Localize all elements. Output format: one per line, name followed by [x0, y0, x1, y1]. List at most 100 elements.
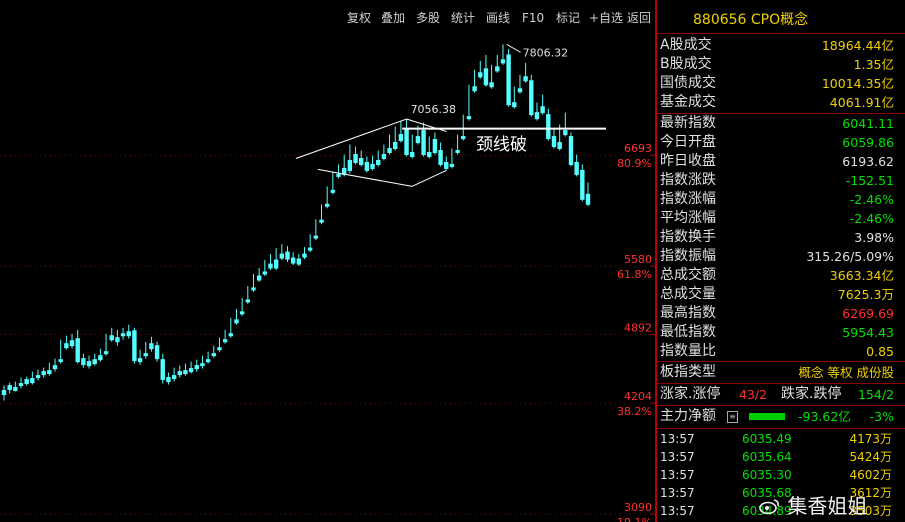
- candle-body: [86, 361, 92, 367]
- candle-body: [69, 340, 75, 347]
- candle-body: [47, 370, 52, 375]
- tick-price: 6035.64: [742, 450, 792, 464]
- stat-row: 指数振幅 315.26/5.09%: [657, 247, 900, 266]
- candle-body: [506, 54, 511, 106]
- candle-body: [370, 163, 375, 169]
- candle-body: [359, 157, 364, 165]
- candle-body: [245, 299, 251, 303]
- candle-body: [307, 247, 313, 251]
- draw-line-button[interactable]: 画线: [486, 9, 510, 27]
- high-label: 7806.32: [523, 46, 569, 59]
- candle-body: [529, 80, 534, 116]
- main-force-bar: [749, 413, 785, 420]
- stat-row: 总成交额 3663.34亿: [657, 266, 900, 285]
- rise-label: 涨家.涨停: [660, 386, 721, 402]
- divider: [657, 33, 905, 34]
- candle-body: [398, 134, 404, 142]
- candle-body: [489, 82, 494, 88]
- candle-body: [404, 128, 409, 155]
- stat-label: 昨日收盘: [660, 153, 716, 169]
- divider: [657, 383, 905, 384]
- y-tick-label: 5580: [624, 253, 652, 266]
- candle-body: [432, 139, 438, 153]
- overlay-button[interactable]: 叠加: [381, 9, 405, 27]
- candle-body: [551, 136, 557, 148]
- stat-value: 6059.86: [842, 135, 894, 150]
- candle-body: [580, 169, 585, 200]
- candle-body: [347, 159, 353, 171]
- stat-value: 4061.91亿: [829, 95, 894, 110]
- stat-value: -2.46%: [849, 192, 894, 207]
- tick-time: 13:57: [660, 468, 695, 482]
- candle-body: [313, 235, 319, 239]
- mark-button[interactable]: 标记: [556, 9, 580, 27]
- y-tick-label: 3090: [624, 501, 652, 514]
- candle-body: [81, 358, 86, 366]
- menu-icon[interactable]: ≡: [727, 411, 738, 423]
- candle-body: [115, 337, 120, 343]
- candle-body: [517, 88, 523, 93]
- stat-value: 3.98%: [854, 230, 894, 245]
- tick-row: 13:57 6035.64 5424万: [657, 448, 900, 466]
- y-tick-label: 6693: [624, 142, 652, 155]
- stat-row: 最新指数 6041.11: [657, 114, 900, 133]
- advance-decline-row: 涨家.涨停 43/2 跌家.跌停 154/2: [657, 385, 900, 404]
- candle-body: [256, 275, 262, 281]
- candle-body: [273, 259, 279, 269]
- candlestick-chart: 6693 80.9% 5580 61.8% 4892 4204 38.2% 3090 19.1%…: [0, 43, 655, 522]
- stat-value: 6193.62: [842, 154, 894, 169]
- divider: [657, 428, 905, 429]
- stat-row: 今日开盘 6059.86: [657, 133, 900, 152]
- chart-toolbar: 复权 叠加 多股 统计 画线 F10 标记 +自选 返回: [0, 8, 656, 28]
- candle-body: [444, 161, 449, 169]
- candle-body: [336, 173, 341, 177]
- stat-row: 昨日收盘 6193.62: [657, 152, 900, 171]
- candle-body: [251, 287, 256, 291]
- candle-body: [421, 130, 426, 155]
- stat-label: 基金成交: [660, 94, 716, 110]
- fuquan-button[interactable]: 复权: [347, 9, 371, 27]
- add-watchlist-button[interactable]: +自选: [589, 9, 623, 27]
- candle-body: [319, 219, 324, 223]
- candle-body: [177, 371, 182, 376]
- stat-row: 指数换手 3.98%: [657, 228, 900, 247]
- candle-body: [557, 142, 562, 150]
- tick-price: 6035.30: [742, 468, 792, 482]
- statistics-button[interactable]: 统计: [451, 9, 475, 27]
- candle-body: [438, 150, 443, 165]
- back-button[interactable]: 返回: [627, 9, 651, 27]
- stat-label: 指数涨跌: [660, 172, 716, 188]
- candle-body: [285, 251, 290, 260]
- candle-body: [183, 370, 188, 375]
- candle-body: [364, 161, 370, 171]
- candle-body: [302, 253, 307, 258]
- candle-body: [109, 335, 114, 341]
- stock-terminal: { "toolbar": { "buttons": ["复权", "叠加", "…: [0, 0, 905, 522]
- divider: [657, 361, 905, 362]
- candle-body: [415, 136, 421, 144]
- watermark-text: 集香姐姐: [787, 494, 868, 518]
- stat-row: 指数涨幅 -2.46%: [657, 190, 900, 209]
- stat-value: 10014.35亿: [821, 76, 894, 91]
- stat-label: 最低指数: [660, 324, 716, 340]
- tick-time: 13:57: [660, 450, 695, 464]
- multi-stock-button[interactable]: 多股: [416, 9, 440, 27]
- main-force-pct: -3%: [869, 409, 894, 424]
- candle-body: [478, 72, 483, 78]
- candle-body: [1, 390, 7, 396]
- candle-body: [160, 359, 165, 381]
- candle-body: [41, 371, 46, 376]
- y-tick-pct-label: 19.1%: [617, 516, 652, 522]
- stat-value: 18964.44亿: [821, 38, 894, 53]
- stat-row: 基金成交 4061.91亿: [657, 93, 900, 112]
- stat-label: 国债成交: [660, 75, 716, 91]
- stat-row: 总成交量 7625.3万: [657, 285, 900, 304]
- tick-volume: 4602万: [849, 468, 892, 482]
- tick-volume: 5424万: [849, 450, 892, 464]
- stat-label: 最新指数: [660, 115, 716, 131]
- stat-value: 3663.34亿: [829, 268, 894, 283]
- f10-button[interactable]: F10: [522, 9, 544, 27]
- candle-body: [585, 193, 591, 205]
- stat-label: A股成交: [660, 37, 712, 53]
- candle-body: [455, 150, 460, 153]
